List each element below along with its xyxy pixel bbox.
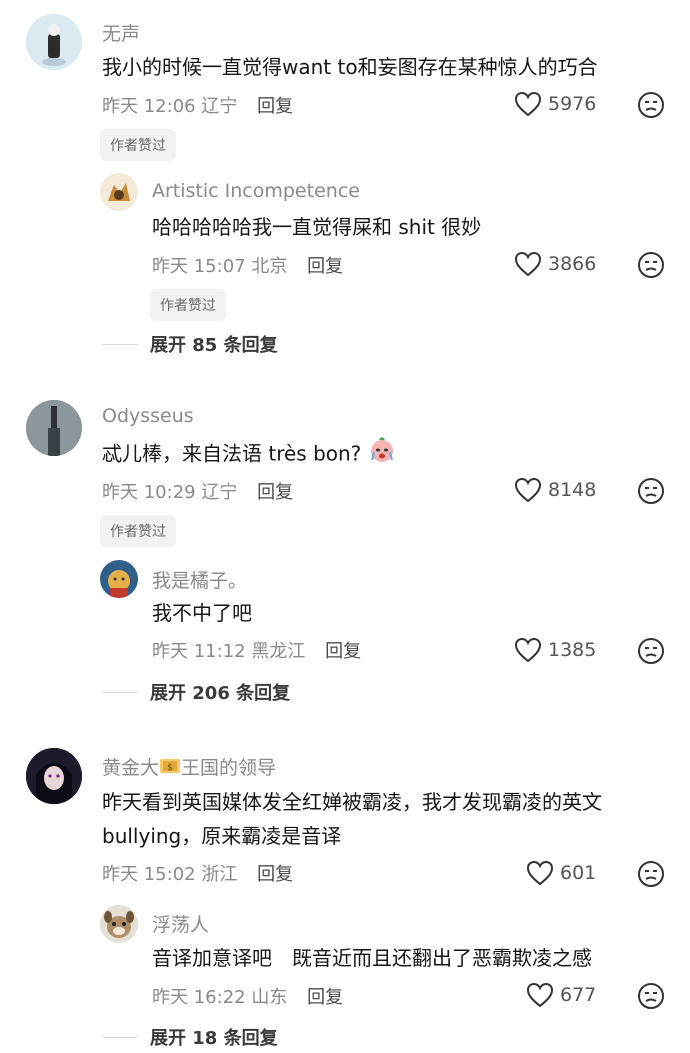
timestamp: 昨天 12:06: [102, 96, 196, 117]
avatar[interactable]: [100, 905, 138, 943]
money-bag-emoji: $: [159, 756, 181, 781]
frown-face-icon: [638, 92, 664, 118]
timestamp: 昨天 15:02: [102, 864, 196, 885]
like-count: 1385: [548, 639, 597, 661]
heart-outline-icon: [526, 982, 554, 1008]
comment-text: 昨天看到英国媒体发全红婵被霸凌，我才发现霸凌的英文 bullying，原来霸凌是…: [102, 790, 602, 848]
frown-face-icon: [638, 983, 664, 1009]
reply-button[interactable]: 回复: [257, 482, 293, 503]
divider: [102, 343, 138, 345]
reply-button[interactable]: 回复: [307, 987, 343, 1008]
expand-label: 展开 85 条回复: [150, 335, 278, 356]
like-button[interactable]: 601: [526, 860, 596, 886]
username[interactable]: Artistic Incompetence: [152, 180, 360, 202]
divider: [102, 1036, 138, 1038]
avatar[interactable]: [100, 173, 138, 211]
timestamp: 昨天 11:12: [152, 641, 246, 662]
frown-face-icon: [638, 638, 664, 664]
expand-label: 展开 206 条回复: [150, 683, 291, 704]
reply-button[interactable]: 回复: [257, 864, 293, 885]
comment-text: 我小的时候一直觉得want to和妄图存在某种惊人的巧合: [102, 55, 598, 79]
dislike-button[interactable]: [637, 637, 665, 669]
username[interactable]: Odysseus: [102, 405, 194, 427]
expand-replies-button[interactable]: 展开 206 条回复: [102, 679, 290, 705]
like-button[interactable]: 8148: [514, 477, 596, 503]
location: 浙江: [201, 864, 238, 885]
avatar[interactable]: [26, 400, 82, 456]
avatar[interactable]: [100, 560, 138, 598]
heart-outline-icon: [514, 91, 542, 117]
expand-label: 展开 18 条回复: [150, 1028, 278, 1049]
reply-text: 哈哈哈哈哈我一直觉得屎和 shit 很妙: [152, 215, 482, 239]
frown-face-icon: [638, 861, 664, 887]
comment-meta: 昨天 15:02 浙江 回复: [102, 860, 293, 886]
avatar[interactable]: [26, 14, 82, 70]
divider: [102, 691, 138, 693]
author-liked-badge: 作者赞过: [150, 289, 226, 321]
location: 辽宁: [201, 96, 238, 117]
timestamp: 昨天 10:29: [102, 482, 196, 503]
frown-face-icon: [638, 478, 664, 504]
dislike-button[interactable]: [637, 860, 665, 892]
username[interactable]: 浮荡人: [152, 910, 209, 937]
dislike-button[interactable]: [637, 477, 665, 509]
username[interactable]: 无声: [102, 19, 140, 46]
comment-text: 忒儿棒，来自法语 très bon?: [102, 436, 662, 474]
location: 北京: [251, 256, 288, 277]
timestamp: 昨天 16:22: [152, 987, 246, 1008]
dislike-button[interactable]: [637, 251, 665, 283]
expand-replies-button[interactable]: 展开 85 条回复: [102, 331, 278, 357]
reply-text: 我不中了吧: [152, 601, 252, 625]
like-button[interactable]: 3866: [514, 251, 596, 277]
reply-text: 音译加意译吧 既音近而且还翻出了恶霸欺凌之感: [152, 946, 592, 970]
like-button[interactable]: 677: [526, 982, 596, 1008]
expand-replies-button[interactable]: 展开 18 条回复: [102, 1024, 278, 1050]
location: 山东: [251, 987, 288, 1008]
like-count: 677: [560, 984, 597, 1006]
heart-outline-icon: [514, 251, 542, 277]
dislike-button[interactable]: [637, 982, 665, 1014]
heart-outline-icon: [514, 637, 542, 663]
frown-face-icon: [638, 252, 664, 278]
username[interactable]: 我是橘子。: [152, 566, 247, 593]
like-button[interactable]: 1385: [514, 637, 596, 663]
heart-outline-icon: [526, 860, 554, 886]
reply-meta: 昨天 15:07 北京 回复: [152, 252, 343, 278]
like-count: 5976: [548, 93, 597, 115]
like-count: 8148: [548, 479, 597, 501]
avatar[interactable]: [26, 748, 82, 804]
author-liked-badge: 作者赞过: [100, 129, 176, 161]
like-count: 3866: [548, 253, 597, 275]
reply-meta: 昨天 16:22 山东 回复: [152, 983, 343, 1009]
reply-button[interactable]: 回复: [307, 256, 343, 277]
like-button[interactable]: 5976: [514, 91, 596, 117]
dislike-button[interactable]: [637, 91, 665, 123]
heart-outline-icon: [514, 477, 542, 503]
crying-face-emoji: [368, 436, 396, 474]
comment-meta: 昨天 10:29 辽宁 回复: [102, 478, 293, 504]
like-count: 601: [560, 862, 597, 884]
reply-meta: 昨天 11:12 黑龙江 回复: [152, 637, 361, 663]
username[interactable]: 黄金大 $ 王国的领导: [102, 753, 276, 781]
author-liked-badge: 作者赞过: [100, 515, 176, 547]
comment-meta: 昨天 12:06 辽宁 回复: [102, 92, 293, 118]
location: 黑龙江: [251, 641, 306, 662]
reply-button[interactable]: 回复: [257, 96, 293, 117]
timestamp: 昨天 15:07: [152, 256, 246, 277]
location: 辽宁: [201, 482, 238, 503]
reply-button[interactable]: 回复: [325, 641, 361, 662]
svg-text:$: $: [167, 763, 173, 773]
